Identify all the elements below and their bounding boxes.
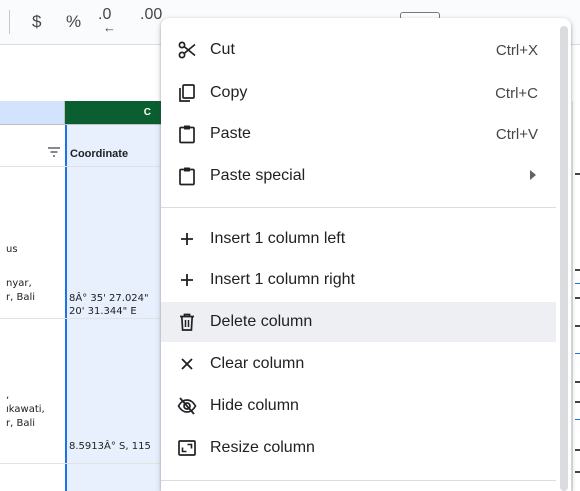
plus-icon	[181, 274, 193, 286]
partial-column	[572, 101, 580, 491]
partial-link	[575, 283, 580, 284]
menu-scrollbar[interactable]	[559, 26, 569, 491]
increase-decimal-button[interactable]: .00	[140, 6, 162, 38]
menu-item-label: Paste	[210, 125, 251, 142]
column-c-title[interactable]: Coordinate	[70, 148, 128, 161]
plus-icon	[181, 233, 193, 245]
toolbar-divider	[9, 10, 10, 34]
partial-text	[575, 297, 580, 299]
menu-item-shortcut: Ctrl+X	[495, 42, 538, 59]
menu-item-label: Insert 1 column right	[210, 271, 355, 288]
menu-item-paste[interactable]: Paste Ctrl+V	[161, 114, 556, 154]
cell-c-coordinate[interactable]: 20' 31.344" E	[69, 305, 137, 318]
scissors-icon	[178, 41, 196, 59]
partial-text	[575, 325, 580, 327]
trash-icon	[180, 313, 194, 331]
menu-item-copy[interactable]: Copy Ctrl+C	[161, 73, 556, 113]
clipboard-icon	[179, 167, 195, 186]
copy-icon	[179, 84, 195, 102]
percent-format-button[interactable]: %	[66, 9, 81, 35]
menu-item-label: Copy	[210, 84, 248, 101]
menu-item-paste-special[interactable]: Paste special	[161, 156, 556, 196]
cell-b-fragment[interactable]: ıkawati,	[6, 403, 45, 416]
menu-item-label: Resize column	[210, 439, 315, 456]
menu-item-label: Cut	[210, 41, 235, 58]
menu-separator	[161, 480, 556, 481]
partial-text	[575, 173, 580, 175]
cell-b-fragment[interactable]: ,	[6, 389, 9, 402]
menu-separator	[161, 207, 556, 208]
arrow-left-icon: ←	[103, 20, 116, 35]
partial-text	[575, 471, 580, 473]
menu-item-label: Insert 1 column left	[210, 230, 346, 247]
column-header-b[interactable]	[0, 101, 65, 125]
submenu-arrow-icon	[530, 170, 536, 180]
menu-item-label: Delete column	[210, 313, 313, 330]
menu-item-label: Hide column	[210, 397, 299, 414]
menu-item-label: Paste special	[210, 167, 306, 184]
menu-item-insert-column-left[interactable]: Insert 1 column left	[161, 219, 556, 259]
filter-icon[interactable]	[48, 147, 60, 157]
menu-scrollbar-thumb[interactable]	[560, 26, 568, 491]
partial-text	[575, 449, 580, 451]
partial-text	[575, 269, 580, 271]
menu-item-insert-column-right[interactable]: Insert 1 column right	[161, 260, 556, 300]
decrease-decimal-button[interactable]: .0 ←	[98, 6, 138, 38]
cell-b-fragment[interactable]: r, Bali	[6, 291, 35, 304]
menu-item-shortcut: Ctrl+C	[495, 85, 538, 102]
row-divider	[0, 463, 161, 464]
clipboard-icon	[179, 125, 195, 144]
cell-b-fragment[interactable]: r, Bali	[6, 417, 35, 430]
menu-item-hide-column[interactable]: Hide column	[161, 386, 556, 426]
partial-link	[575, 353, 580, 354]
cell-c-coordinate[interactable]: 8Â° 35' 27.024"	[69, 292, 149, 305]
menu-item-cut[interactable]: Cut Ctrl+X	[161, 30, 556, 70]
menu-item-shortcut: Ctrl+V	[495, 126, 538, 143]
row-divider	[0, 166, 161, 167]
menu-item-label: Clear column	[210, 355, 305, 372]
cell-c-coordinate[interactable]: 8.5913Â° S, 115	[69, 440, 159, 453]
increase-decimal-label: .00	[140, 6, 162, 23]
partial-text	[575, 381, 580, 383]
column-header-c[interactable]: C	[65, 101, 161, 125]
resize-icon	[178, 440, 196, 456]
menu-item-delete-column[interactable]: Delete column	[161, 302, 556, 342]
eye-off-icon	[177, 397, 197, 415]
context-menu: Cut Ctrl+X Copy Ctrl+C Paste Ctrl+V Past…	[161, 18, 571, 491]
partial-link	[575, 419, 580, 420]
close-icon	[181, 358, 193, 370]
menu-item-resize-column[interactable]: Resize column	[161, 428, 556, 468]
column-c-letter: C	[143, 107, 151, 118]
cell-b-fragment[interactable]: us	[6, 243, 18, 256]
menu-item-clear-column[interactable]: Clear column	[161, 344, 556, 384]
partial-text	[575, 401, 580, 403]
cell-b-fragment[interactable]: nyar,	[6, 277, 32, 290]
currency-format-button[interactable]: $	[32, 9, 41, 35]
row-divider	[0, 318, 161, 319]
